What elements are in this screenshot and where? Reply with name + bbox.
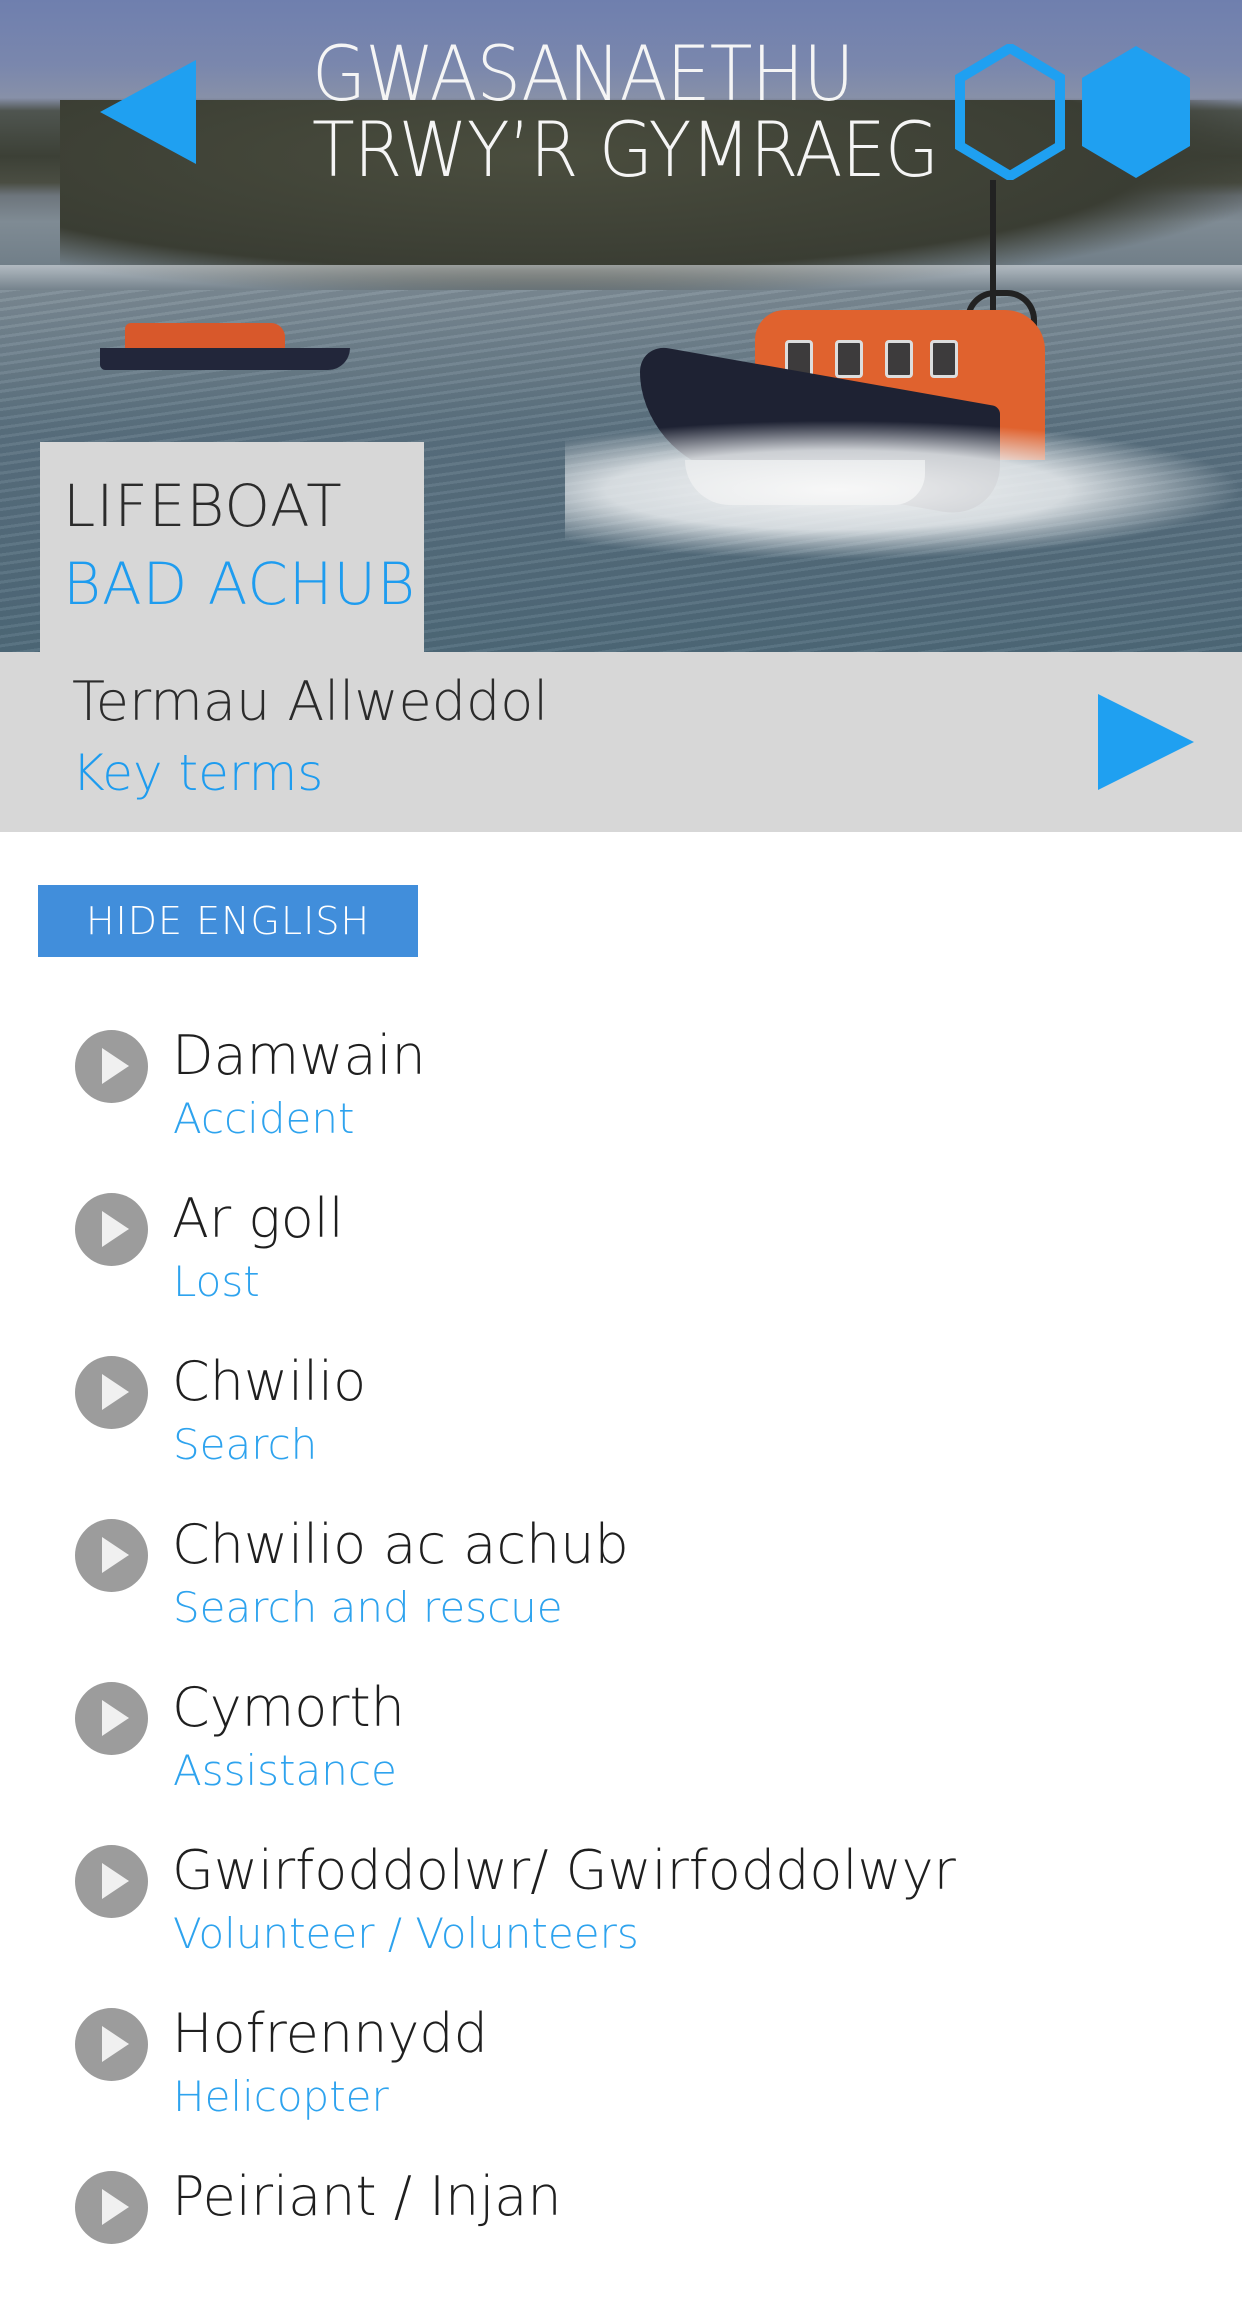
list-item: Chwilio Search [0,1350,1242,1496]
boat-window [885,340,913,378]
section-title-english: Key terms [72,744,324,802]
boat-hull [100,348,350,370]
term-english: Volunteer / Volunteers [173,1909,639,1958]
term-welsh: Gwirfoddolwr/ Gwirfoddolwyr [172,1839,956,1902]
term-welsh: Chwilio [172,1350,367,1413]
brand-line-1: GWASANAETHU [312,29,854,118]
topic-title-welsh: BAD ACHUB [63,550,416,618]
term-welsh: Damwain [172,1024,426,1087]
brand-line-2: TRWY’R GYMRAEG [312,105,939,194]
play-icon[interactable] [75,1682,148,1755]
play-icon[interactable] [75,2008,148,2081]
brand-title: GWASANAETHU TRWY’R GYMRAEG [312,36,993,188]
boat-window [835,340,863,378]
list-item: Gwirfoddolwr/ Gwirfoddolwyr Volunteer / … [0,1839,1242,1985]
hexagon-logo-icon [955,44,1190,180]
list-item: Cymorth Assistance [0,1676,1242,1822]
term-welsh: Cymorth [172,1676,405,1739]
main-lifeboat [565,180,1242,560]
term-welsh: Hofrennydd [172,2002,488,2065]
list-item: Hofrennydd Helicopter [0,2002,1242,2148]
play-icon[interactable] [75,1356,148,1429]
next-arrow-icon[interactable] [1098,694,1194,790]
topic-title-panel: LIFEBOAT BAD ACHUB [40,442,424,652]
section-title-welsh: Termau Allweddol [72,670,549,733]
small-lifeboat [100,318,350,373]
boat-window [930,340,958,378]
term-english: Helicopter [173,2072,389,2121]
term-welsh: Ar goll [172,1187,344,1250]
play-icon[interactable] [75,1193,148,1266]
hide-english-button[interactable]: HIDE ENGLISH [38,885,418,957]
key-terms-header[interactable]: Termau Allweddol Key terms [0,652,1242,832]
topic-title-english: LIFEBOAT [63,472,343,540]
list-item: Peiriant / Injan [0,2165,1242,2311]
play-icon[interactable] [75,1845,148,1918]
list-item: Chwilio ac achub Search and rescue [0,1513,1242,1659]
term-welsh: Chwilio ac achub [172,1513,629,1576]
play-icon[interactable] [75,1030,148,1103]
list-item: Ar goll Lost [0,1187,1242,1333]
term-english: Assistance [173,1746,397,1795]
back-arrow-icon[interactable] [100,60,196,164]
term-english: Search [173,1420,318,1469]
hexagon-outline-icon [955,44,1065,180]
term-welsh: Peiriant / Injan [172,2165,562,2228]
play-icon[interactable] [75,1519,148,1592]
term-english: Accident [173,1094,355,1143]
term-english: Search and rescue [173,1583,563,1632]
bow-spray [565,420,1242,560]
term-english: Lost [173,1257,260,1306]
list-item: Damwain Accident [0,1024,1242,1170]
hexagon-filled-icon [1082,46,1190,178]
